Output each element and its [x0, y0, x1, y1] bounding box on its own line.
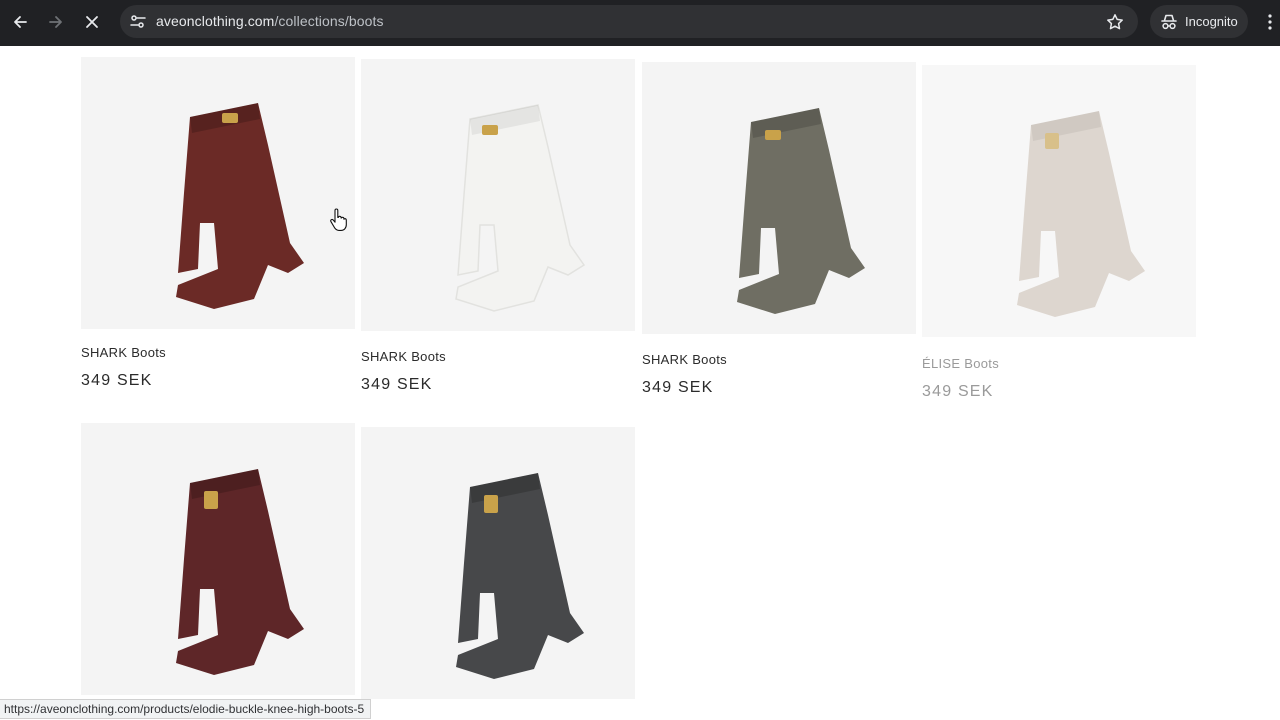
status-bar-url: https://aveonclothing.com/products/elodi…	[0, 699, 372, 719]
hand-cursor-icon	[330, 208, 347, 231]
boot-image	[176, 103, 304, 309]
product-title[interactable]: SHARK Boots	[361, 349, 446, 364]
product-image[interactable]	[81, 423, 355, 695]
product-image[interactable]	[361, 427, 635, 699]
forward-button[interactable]	[41, 7, 71, 37]
product-title[interactable]: SHARK Boots	[642, 352, 727, 367]
back-button[interactable]	[5, 7, 35, 37]
incognito-icon	[1161, 14, 1177, 30]
bookmark-star-icon[interactable]	[1104, 11, 1126, 33]
product-image[interactable]	[922, 65, 1196, 337]
product-title[interactable]: SHARK Boots	[81, 345, 166, 360]
boot-image	[737, 108, 865, 314]
site-settings-icon[interactable]	[128, 12, 148, 32]
arrow-left-icon	[14, 16, 27, 28]
product-price: 349 SEK	[81, 372, 153, 389]
url-path: /collections/boots	[274, 13, 384, 29]
more-menu-icon[interactable]	[1262, 9, 1278, 35]
stop-loading-button[interactable]	[77, 7, 107, 37]
incognito-label: Incognito	[1185, 14, 1238, 29]
browser-toolbar: aveonclothing.com/collections/boots Inco…	[0, 0, 1280, 46]
product-price: 349 SEK	[922, 383, 994, 400]
product-title[interactable]: ÉLISE Boots	[922, 356, 999, 371]
arrow-right-icon	[49, 16, 62, 28]
boot-image	[1017, 111, 1145, 317]
close-icon	[86, 16, 98, 28]
product-card[interactable]: SHARK Boots 349 SEK	[81, 57, 355, 389]
product-image[interactable]	[361, 59, 635, 331]
url-text[interactable]: aveonclothing.com/collections/boots	[156, 13, 384, 29]
incognito-indicator[interactable]: Incognito	[1150, 5, 1248, 38]
product-card[interactable]	[81, 423, 355, 703]
product-card[interactable]	[361, 427, 635, 707]
product-image[interactable]	[81, 57, 355, 329]
product-card[interactable]: SHARK Boots 349 SEK	[361, 59, 635, 393]
boot-image	[176, 469, 304, 675]
boot-image	[456, 473, 584, 679]
address-bar[interactable]: aveonclothing.com/collections/boots	[120, 5, 1138, 38]
boot-image	[455, 104, 586, 312]
product-card[interactable]: SHARK Boots 349 SEK	[642, 62, 916, 396]
product-image[interactable]	[642, 62, 916, 334]
collection-page: SHARK Boots 349 SEK SHARK Boots 349 SEK …	[0, 46, 1280, 720]
product-card[interactable]: ÉLISE Boots 349 SEK	[922, 65, 1196, 400]
product-price: 349 SEK	[361, 376, 433, 393]
product-price: 349 SEK	[642, 379, 714, 396]
url-domain: aveonclothing.com	[156, 13, 275, 29]
